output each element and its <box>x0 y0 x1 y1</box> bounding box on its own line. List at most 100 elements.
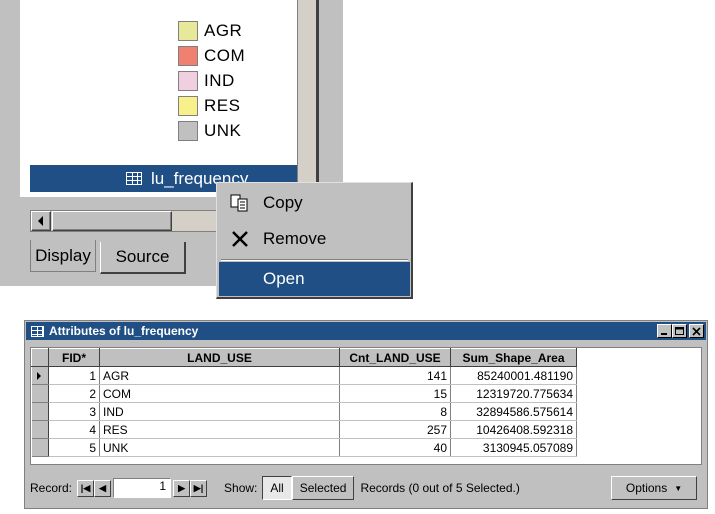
table-row[interactable]: 3 IND 8 32894586.575614 <box>31 402 577 421</box>
menu-item-copy[interactable]: Copy <box>219 186 410 220</box>
cell-fid: 4 <box>48 420 100 439</box>
table-row[interactable]: 5 UNK 40 3130945.057089 <box>31 438 577 457</box>
legend-label: COM <box>204 46 246 65</box>
attribute-table-grid: FID* LAND_USE Cnt_LAND_USE Sum_Shape_Are… <box>30 347 702 465</box>
current-row-pointer-icon <box>36 371 41 380</box>
cell-sum-shape-area: 3130945.057089 <box>450 438 577 457</box>
menu-item-copy-label: Copy <box>263 193 303 212</box>
table-row[interactable]: 4 RES 257 10426408.592318 <box>31 420 577 439</box>
minimize-button[interactable] <box>657 324 672 338</box>
table-icon <box>126 172 142 185</box>
column-header-cnt-land-use[interactable]: Cnt_LAND_USE <box>339 348 451 367</box>
column-header-sum-shape-area[interactable]: Sum_Shape_Area <box>450 348 577 367</box>
previous-record-icon: ◀ <box>99 482 106 493</box>
cell-land-use: COM <box>99 384 340 403</box>
context-menu: Copy Remove Open <box>216 182 413 299</box>
legend-swatch <box>178 21 198 41</box>
table-row[interactable]: 1 AGR 141 85240001.481190 <box>31 366 577 385</box>
legend-swatch <box>178 121 198 141</box>
minimize-icon <box>661 332 667 335</box>
next-record-button[interactable]: ▶ <box>173 479 191 497</box>
table-header-row: FID* LAND_USE Cnt_LAND_USE Sum_Shape_Are… <box>31 348 577 367</box>
record-number-input[interactable]: 1 <box>113 478 172 498</box>
cell-fid: 2 <box>48 384 100 403</box>
record-label: Record: <box>30 481 73 495</box>
first-record-button[interactable]: |◀ <box>77 479 95 497</box>
menu-item-remove[interactable]: Remove <box>219 222 410 256</box>
legend-item-agr[interactable]: AGR <box>178 19 242 43</box>
cell-sum-shape-area: 10426408.592318 <box>450 420 577 439</box>
row-selector-header[interactable] <box>31 348 49 367</box>
last-record-button[interactable]: ▶| <box>190 479 208 497</box>
copy-icon <box>229 192 251 214</box>
menu-item-remove-label: Remove <box>263 229 327 248</box>
options-button[interactable]: Options ▼ <box>611 476 697 500</box>
maximize-icon <box>675 326 684 335</box>
legend-label: AGR <box>204 21 243 40</box>
cell-cnt-land-use: 257 <box>339 420 451 439</box>
legend-item-unk[interactable]: UNK <box>178 119 241 143</box>
scroll-thumb[interactable] <box>52 211 172 231</box>
row-selector[interactable] <box>31 366 49 385</box>
toc-horizontal-scrollbar[interactable] <box>30 210 220 232</box>
legend-item-com[interactable]: COM <box>178 44 245 68</box>
legend-label: UNK <box>204 121 242 140</box>
maximize-button[interactable] <box>672 324 687 338</box>
row-selector[interactable] <box>31 384 49 403</box>
dropdown-arrow-icon: ▼ <box>674 483 683 493</box>
remove-x-icon <box>229 228 251 250</box>
table-icon <box>31 325 44 337</box>
cell-sum-shape-area: 12319720.775634 <box>450 384 577 403</box>
record-navigation-bar: Record: |◀ ◀ 1 ▶ ▶| Show: All Selected R… <box>30 473 702 503</box>
cell-land-use: UNK <box>99 438 340 457</box>
first-record-icon: |◀ <box>80 482 91 493</box>
menu-item-open-label: Open <box>263 269 305 288</box>
show-label: Show: <box>224 481 258 495</box>
row-selector[interactable] <box>31 438 49 457</box>
table-row[interactable]: 2 COM 15 12319720.775634 <box>31 384 577 403</box>
next-record-icon: ▶ <box>178 482 185 493</box>
scroll-left-button[interactable] <box>31 211 51 231</box>
cell-fid: 5 <box>48 438 100 457</box>
legend-label: RES <box>204 96 241 115</box>
attributes-title: Attributes of lu_frequency <box>49 324 199 338</box>
row-selector[interactable] <box>31 420 49 439</box>
legend-swatch <box>178 46 198 66</box>
arrow-left-icon <box>38 216 43 226</box>
attribute-table: FID* LAND_USE Cnt_LAND_USE Sum_Shape_Are… <box>31 348 577 457</box>
cell-land-use: AGR <box>99 366 340 385</box>
cell-sum-shape-area: 32894586.575614 <box>450 402 577 421</box>
last-record-icon: ▶| <box>193 482 204 493</box>
tab-source[interactable]: Source <box>100 242 186 274</box>
cell-cnt-land-use: 141 <box>339 366 451 385</box>
cell-cnt-land-use: 15 <box>339 384 451 403</box>
tab-display[interactable]: Display <box>30 240 96 272</box>
cell-cnt-land-use: 8 <box>339 402 451 421</box>
show-all-button[interactable]: All <box>262 476 292 500</box>
legend-item-res[interactable]: RES <box>178 94 240 118</box>
show-selected-button[interactable]: Selected <box>291 476 355 500</box>
legend-swatch <box>178 96 198 116</box>
menu-separator <box>221 259 408 261</box>
close-button[interactable] <box>689 324 704 338</box>
cell-sum-shape-area: 85240001.481190 <box>450 366 577 385</box>
cell-land-use: RES <box>99 420 340 439</box>
column-header-land-use[interactable]: LAND_USE <box>99 348 340 367</box>
cell-land-use: IND <box>99 402 340 421</box>
cell-fid: 1 <box>48 366 100 385</box>
column-header-fid[interactable]: FID* <box>48 348 100 367</box>
options-label: Options <box>625 481 668 495</box>
close-icon <box>692 326 701 336</box>
cell-cnt-land-use: 40 <box>339 438 451 457</box>
previous-record-button[interactable]: ◀ <box>94 479 112 497</box>
attributes-title-bar[interactable]: Attributes of lu_frequency <box>26 322 706 340</box>
toc-vertical-scrollbar[interactable] <box>297 0 317 197</box>
row-selector[interactable] <box>31 402 49 421</box>
records-status-text: Records (0 out of 5 Selected.) <box>360 481 520 495</box>
cell-fid: 3 <box>48 402 100 421</box>
attributes-window: Attributes of lu_frequency FID* LAND_USE… <box>24 320 708 509</box>
legend-label: IND <box>204 71 235 90</box>
legend-swatch <box>178 71 198 91</box>
menu-item-open[interactable]: Open <box>219 262 410 296</box>
legend-item-ind[interactable]: IND <box>178 69 235 93</box>
